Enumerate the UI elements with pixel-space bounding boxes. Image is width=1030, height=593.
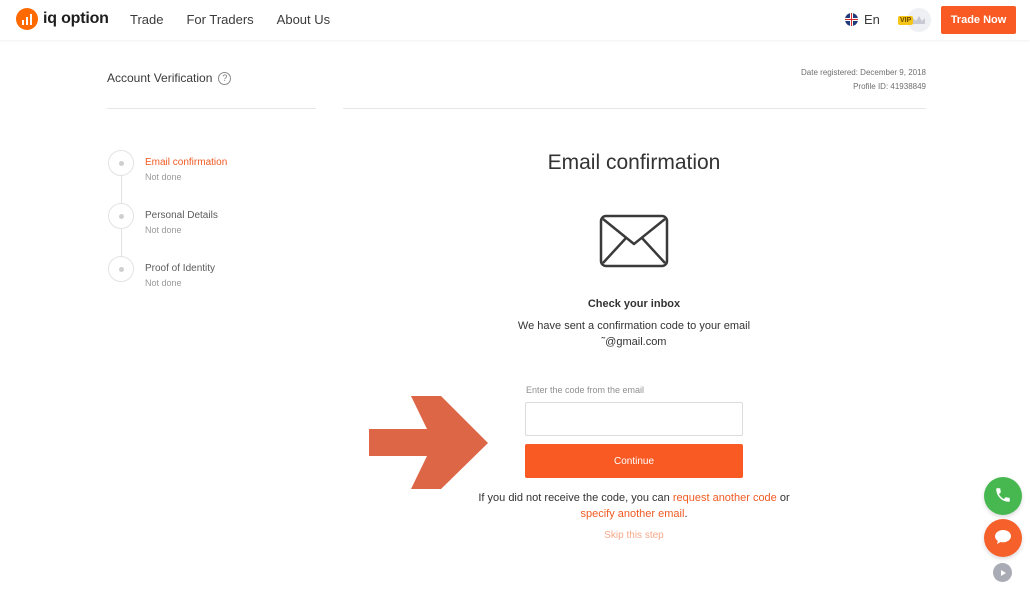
step-title: Proof of Identity	[145, 263, 216, 274]
code-input[interactable]	[525, 402, 743, 436]
request-another-code-link[interactable]: request another code	[673, 492, 777, 504]
vip-profile[interactable]: VIP	[898, 8, 932, 32]
logo-text: iq option	[43, 10, 109, 27]
resend-text: If you did not receive the code, you can…	[440, 490, 828, 522]
language-label: En	[864, 12, 880, 27]
profile-id: Profile ID: 41938849	[853, 82, 926, 91]
envelope-icon	[599, 214, 669, 273]
trade-now-button[interactable]: Trade Now	[941, 6, 1016, 34]
account-meta: Date registered: December 9, 2018 Profil…	[801, 66, 926, 94]
code-input-label: Enter the code from the email	[526, 385, 645, 395]
nav-for-traders[interactable]: For Traders	[186, 12, 253, 27]
resend-prefix: If you did not receive the code, you can	[478, 492, 673, 504]
step-title: Personal Details	[145, 210, 218, 221]
step-personal-details[interactable]: Personal Details Not done	[108, 203, 308, 243]
account-verification-title: Account Verification	[107, 71, 213, 85]
nav-trade[interactable]: Trade	[130, 12, 163, 27]
play-icon	[999, 565, 1007, 580]
step-title: Email confirmation	[145, 157, 228, 168]
help-icon[interactable]: ?	[218, 71, 232, 85]
date-registered: Date registered: December 9, 2018	[801, 68, 926, 77]
code-sent-text: We have sent a confirmation code to your…	[517, 320, 751, 332]
step-proof-of-identity[interactable]: Proof of Identity Not done	[108, 256, 308, 296]
arrow-right-icon	[369, 396, 489, 495]
resend-suffix: .	[684, 508, 688, 520]
page-title: Account Verification ?	[107, 71, 232, 85]
language-selector[interactable]: En	[845, 12, 880, 27]
phone-support-button[interactable]	[984, 477, 1022, 515]
chat-support-button[interactable]	[984, 519, 1022, 557]
step-dot-icon	[108, 203, 134, 229]
step-dot-icon	[108, 256, 134, 282]
step-status: Not done	[145, 278, 182, 288]
resend-middle: or	[776, 492, 790, 504]
chat-icon	[994, 529, 1012, 548]
logo-bars-icon	[16, 8, 38, 30]
vip-badge: VIP	[898, 15, 914, 25]
continue-button[interactable]: Continue	[525, 444, 743, 478]
email-confirmation-title: Email confirmation	[547, 151, 721, 174]
step-status: Not done	[145, 225, 182, 235]
email-address: ˜@gmail.com	[601, 336, 667, 348]
play-button[interactable]	[993, 563, 1012, 582]
step-status: Not done	[145, 172, 182, 182]
nav-about-us[interactable]: About Us	[277, 12, 330, 27]
main-nav: Trade For Traders About Us	[130, 12, 353, 27]
logo[interactable]: iq option	[16, 8, 109, 30]
divider	[343, 108, 926, 109]
check-inbox-heading: Check your inbox	[587, 298, 681, 310]
step-dot-icon	[108, 150, 134, 176]
specify-another-email-link[interactable]: specify another email	[580, 508, 684, 520]
step-email-confirmation[interactable]: Email confirmation Not done	[108, 150, 308, 190]
divider	[107, 108, 316, 109]
phone-icon	[994, 486, 1012, 507]
top-header: iq option Trade For Traders About Us En …	[0, 0, 1030, 40]
skip-step-link[interactable]: Skip this step	[534, 530, 734, 541]
uk-flag-icon	[845, 13, 858, 26]
